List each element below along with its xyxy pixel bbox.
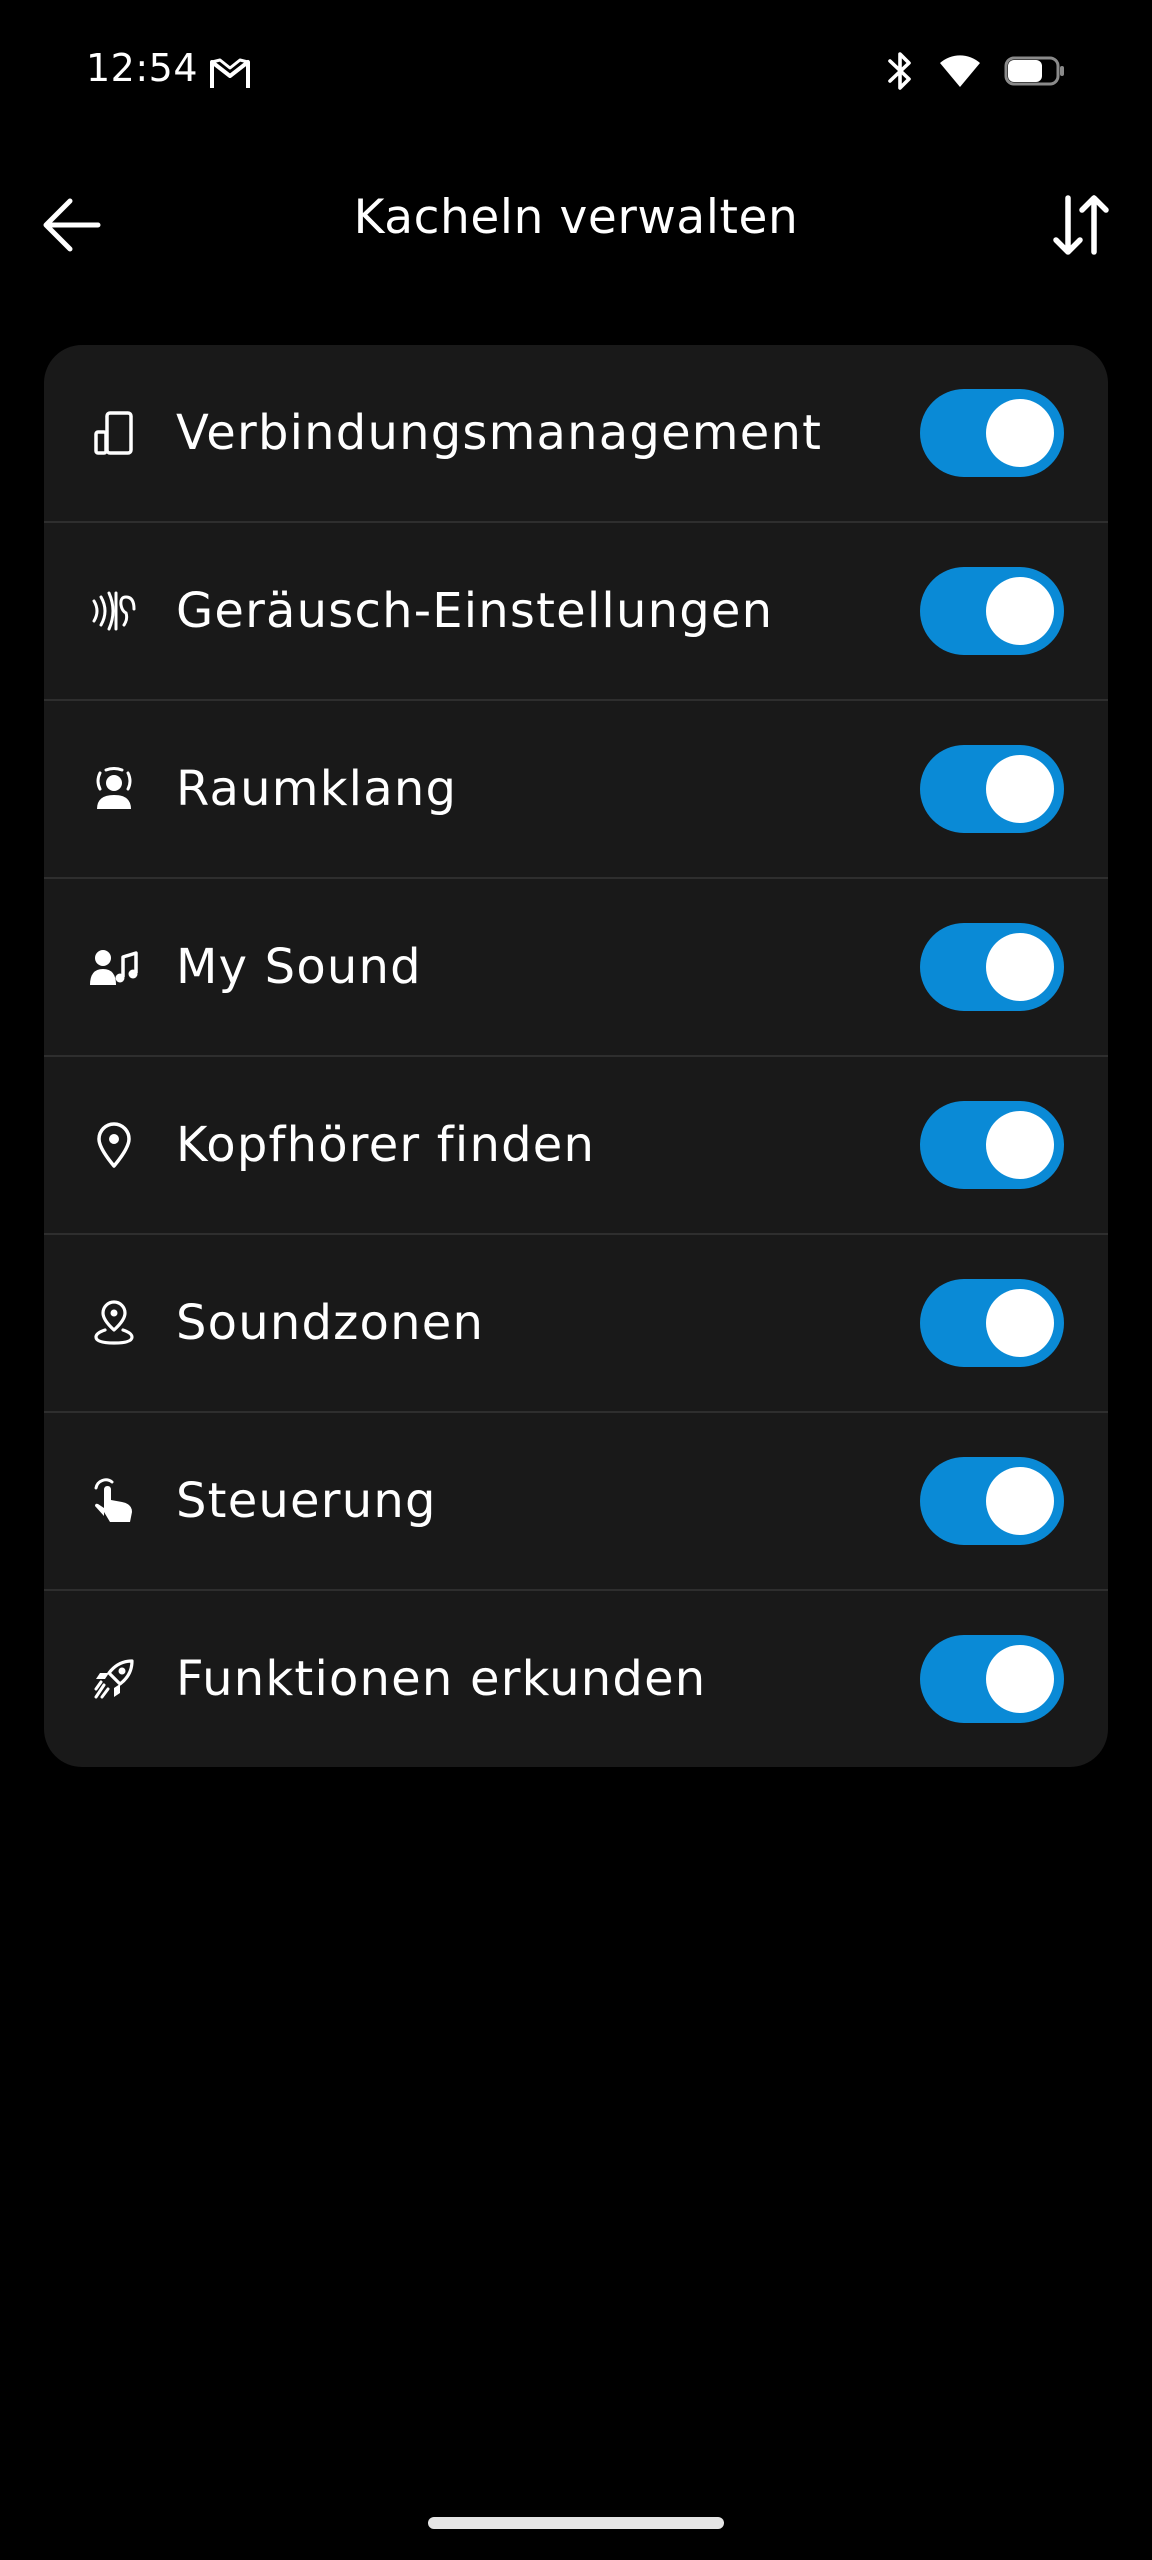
tile-label: Raumklang	[176, 761, 458, 817]
touch-gesture-icon	[88, 1475, 140, 1527]
rocket-icon	[88, 1653, 140, 1705]
toggle-knob	[986, 933, 1054, 1001]
tile-toggle[interactable]	[920, 1101, 1064, 1189]
devices-icon	[88, 407, 140, 459]
tile-label: My Sound	[176, 939, 422, 995]
tile-label: Steuerung	[176, 1473, 437, 1529]
battery-icon	[1004, 55, 1066, 91]
toggle-knob	[986, 399, 1054, 467]
tile-toggle[interactable]	[920, 923, 1064, 1011]
location-pin-icon	[88, 1119, 140, 1171]
toggle-knob	[986, 1645, 1054, 1713]
tile-toggle[interactable]	[920, 1457, 1064, 1545]
noise-settings-icon	[88, 585, 140, 637]
tile-row-verbindungsmanagement: Verbindungsmanagement	[44, 345, 1108, 523]
tile-row-raumklang: Raumklang	[44, 701, 1108, 879]
tile-row-geraeusch-einstellungen: Geräusch-Einstellungen	[44, 523, 1108, 701]
bluetooth-icon	[884, 50, 916, 96]
toggle-knob	[986, 755, 1054, 823]
home-indicator[interactable]	[428, 2517, 724, 2529]
spatial-sound-icon	[88, 763, 140, 815]
tile-toggle[interactable]	[920, 1635, 1064, 1723]
tile-toggle[interactable]	[920, 567, 1064, 655]
wifi-icon	[938, 53, 982, 93]
tile-row-steuerung: Steuerung	[44, 1413, 1108, 1591]
tile-label: Verbindungsmanagement	[176, 405, 823, 461]
tile-label: Soundzonen	[176, 1295, 485, 1351]
tile-row-kopfhoerer-finden: Kopfhörer finden	[44, 1057, 1108, 1235]
tile-label: Geräusch-Einstellungen	[176, 583, 774, 639]
sound-zone-icon	[88, 1297, 140, 1349]
my-sound-icon	[88, 941, 140, 993]
tile-toggle[interactable]	[920, 1279, 1064, 1367]
toggle-knob	[986, 1289, 1054, 1357]
toggle-knob	[986, 1111, 1054, 1179]
sort-icon	[1050, 194, 1112, 260]
status-icons	[884, 50, 1066, 96]
tile-label: Funktionen erkunden	[176, 1651, 707, 1707]
status-bar: 12:54	[0, 0, 1152, 150]
gmail-icon	[208, 56, 252, 90]
tile-row-my-sound: My Sound	[44, 879, 1108, 1057]
toggle-knob	[986, 1467, 1054, 1535]
tile-label: Kopfhörer finden	[176, 1117, 596, 1173]
tile-row-funktionen-erkunden: Funktionen erkunden	[44, 1591, 1108, 1767]
toggle-knob	[986, 577, 1054, 645]
status-time: 12:54	[86, 46, 199, 90]
tiles-list: Verbindungsmanagement Geräusch-Einstellu…	[44, 345, 1108, 1767]
app-bar: Kacheln verwalten	[0, 170, 1152, 280]
tile-row-soundzonen: Soundzonen	[44, 1235, 1108, 1413]
tile-toggle[interactable]	[920, 389, 1064, 477]
tile-toggle[interactable]	[920, 745, 1064, 833]
sort-button[interactable]	[1036, 182, 1126, 272]
page-title: Kacheln verwalten	[353, 190, 799, 245]
